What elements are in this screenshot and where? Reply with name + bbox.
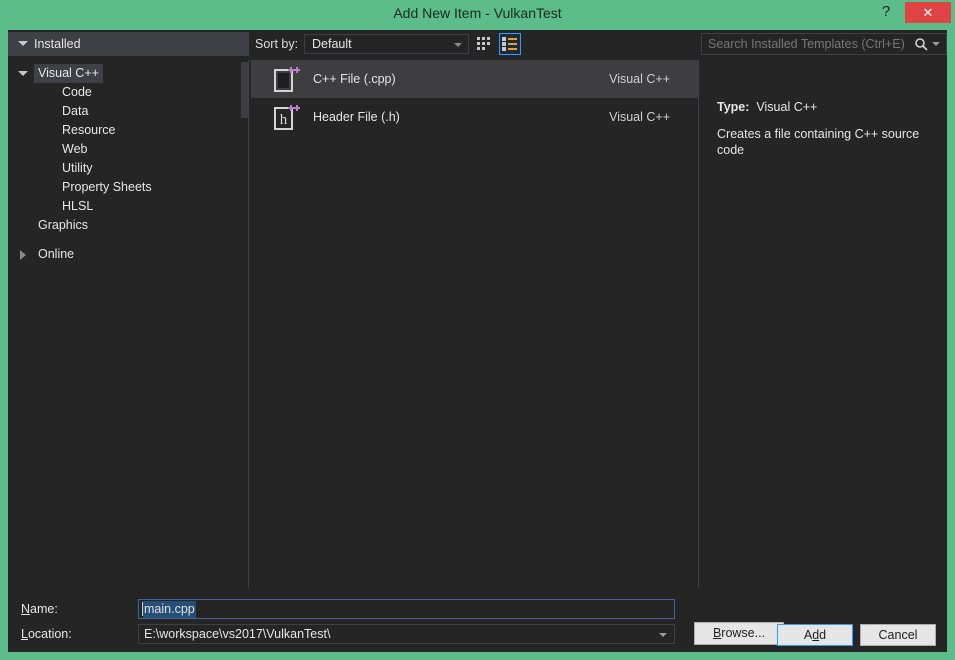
- chevron-down-icon[interactable]: [659, 633, 667, 637]
- detail-type-row: Type: Visual C++: [717, 100, 817, 114]
- name-label-accesskey: N: [21, 602, 31, 616]
- search-placeholder: Search Installed Templates (Ctrl+E): [708, 37, 905, 51]
- tree-item-label: Code: [62, 85, 92, 99]
- template-item-name: C++ File (.cpp): [313, 72, 396, 86]
- sort-by-select[interactable]: Default: [304, 34, 469, 54]
- sort-by-value: Default: [312, 37, 352, 51]
- tree-scrollbar-thumb[interactable]: [241, 62, 248, 118]
- tree-item-online[interactable]: Online: [8, 245, 249, 264]
- search-input[interactable]: Search Installed Templates (Ctrl+E): [701, 33, 947, 55]
- browse-button[interactable]: Browse...: [694, 622, 784, 645]
- tree-item-label: Resource: [62, 123, 116, 137]
- tree-item-label: Utility: [62, 161, 93, 175]
- chevron-down-icon: [18, 41, 28, 46]
- title-bar: Add New Item - VulkanTest ? ✕: [0, 0, 955, 26]
- chevron-down-icon[interactable]: [18, 71, 28, 76]
- list-view-icon[interactable]: [499, 33, 521, 55]
- chevron-down-icon[interactable]: [932, 42, 940, 46]
- detail-description: Creates a file containing C++ source cod…: [717, 127, 920, 157]
- svg-text:h: h: [280, 112, 288, 128]
- add-label-pre: A: [803, 628, 813, 642]
- dialog-body: Installed Sort by: Default Search Instal…: [8, 30, 947, 652]
- add-button[interactable]: Add: [777, 624, 853, 646]
- add-new-item-dialog: Add New Item - VulkanTest ? ✕ Installed …: [0, 0, 955, 660]
- cpp-file-icon: [270, 64, 302, 96]
- name-label: Name:: [21, 602, 58, 616]
- tiles-view-icon[interactable]: [474, 33, 496, 55]
- chevron-right-icon[interactable]: [20, 250, 26, 260]
- browse-label-rest: rowse...: [721, 626, 766, 640]
- location-label: Location:: [21, 627, 72, 641]
- tree-item-visual-c[interactable]: Visual C++: [8, 64, 249, 83]
- tree-item-label: Data: [62, 104, 89, 118]
- toolbar: Installed Sort by: Default Search Instal…: [8, 30, 947, 60]
- template-item-origin: Visual C++: [609, 110, 670, 124]
- tree-item-label: Web: [62, 142, 88, 156]
- tree-item-resource[interactable]: Resource: [8, 121, 249, 140]
- sort-by-label: Sort by:: [255, 37, 299, 51]
- template-list-item[interactable]: h Header File (.h) Visual C++: [251, 98, 698, 136]
- template-list: C++ File (.cpp) Visual C++ h Header File (.…: [251, 60, 699, 588]
- tree-item-label: Property Sheets: [62, 180, 152, 194]
- tree-item-label: HLSL: [62, 199, 94, 213]
- tree-item-label: Online: [38, 247, 75, 261]
- name-input[interactable]: main.cpp: [138, 599, 675, 619]
- detail-type-key: Type:: [717, 100, 750, 114]
- location-label-rest: ocation:: [27, 627, 72, 641]
- help-icon[interactable]: ?: [873, 0, 899, 24]
- tree-item-label: Graphics: [38, 218, 89, 232]
- tree-item-code[interactable]: Code: [8, 83, 249, 102]
- tree-item-data[interactable]: Data: [8, 102, 249, 121]
- name-input-value: main.cpp: [143, 601, 196, 618]
- tree-item-graphics[interactable]: Graphics: [8, 216, 249, 235]
- location-input-value: E:\workspace\vs2017\VulkanTest\: [144, 627, 331, 641]
- installed-header[interactable]: Installed: [8, 32, 249, 56]
- tree-item-web[interactable]: Web: [8, 140, 249, 159]
- page-title: Add New Item - VulkanTest: [393, 5, 562, 21]
- close-icon[interactable]: ✕: [905, 2, 951, 23]
- tree-item-utility[interactable]: Utility: [8, 159, 249, 178]
- template-list-item[interactable]: C++ File (.cpp) Visual C++: [251, 60, 698, 98]
- installed-templates-tree: Visual C++ Code Data Resource Web Utility Prop…: [8, 60, 249, 588]
- installed-header-label: Installed: [34, 37, 81, 51]
- tree-item-hlsl[interactable]: HLSL: [8, 197, 249, 216]
- search-icon: [914, 37, 928, 51]
- tree-item-label: Visual C++: [34, 64, 103, 83]
- cancel-button[interactable]: Cancel: [860, 624, 936, 646]
- header-file-icon: h: [270, 102, 302, 134]
- template-item-name: Header File (.h): [313, 110, 400, 124]
- add-label-post: d: [819, 628, 827, 642]
- location-label-accesskey: L: [21, 627, 28, 641]
- name-label-rest: ame:: [30, 602, 58, 616]
- detail-type-value: Visual C++: [756, 100, 818, 114]
- location-input[interactable]: E:\workspace\vs2017\VulkanTest\: [138, 624, 675, 644]
- chevron-down-icon: [454, 43, 462, 47]
- tree-item-property-sheets[interactable]: Property Sheets: [8, 178, 249, 197]
- tree-scrollbar[interactable]: [240, 60, 248, 588]
- template-item-origin: Visual C++: [609, 72, 670, 86]
- template-details-panel: Type: Visual C++ Creates a file containin…: [699, 60, 947, 588]
